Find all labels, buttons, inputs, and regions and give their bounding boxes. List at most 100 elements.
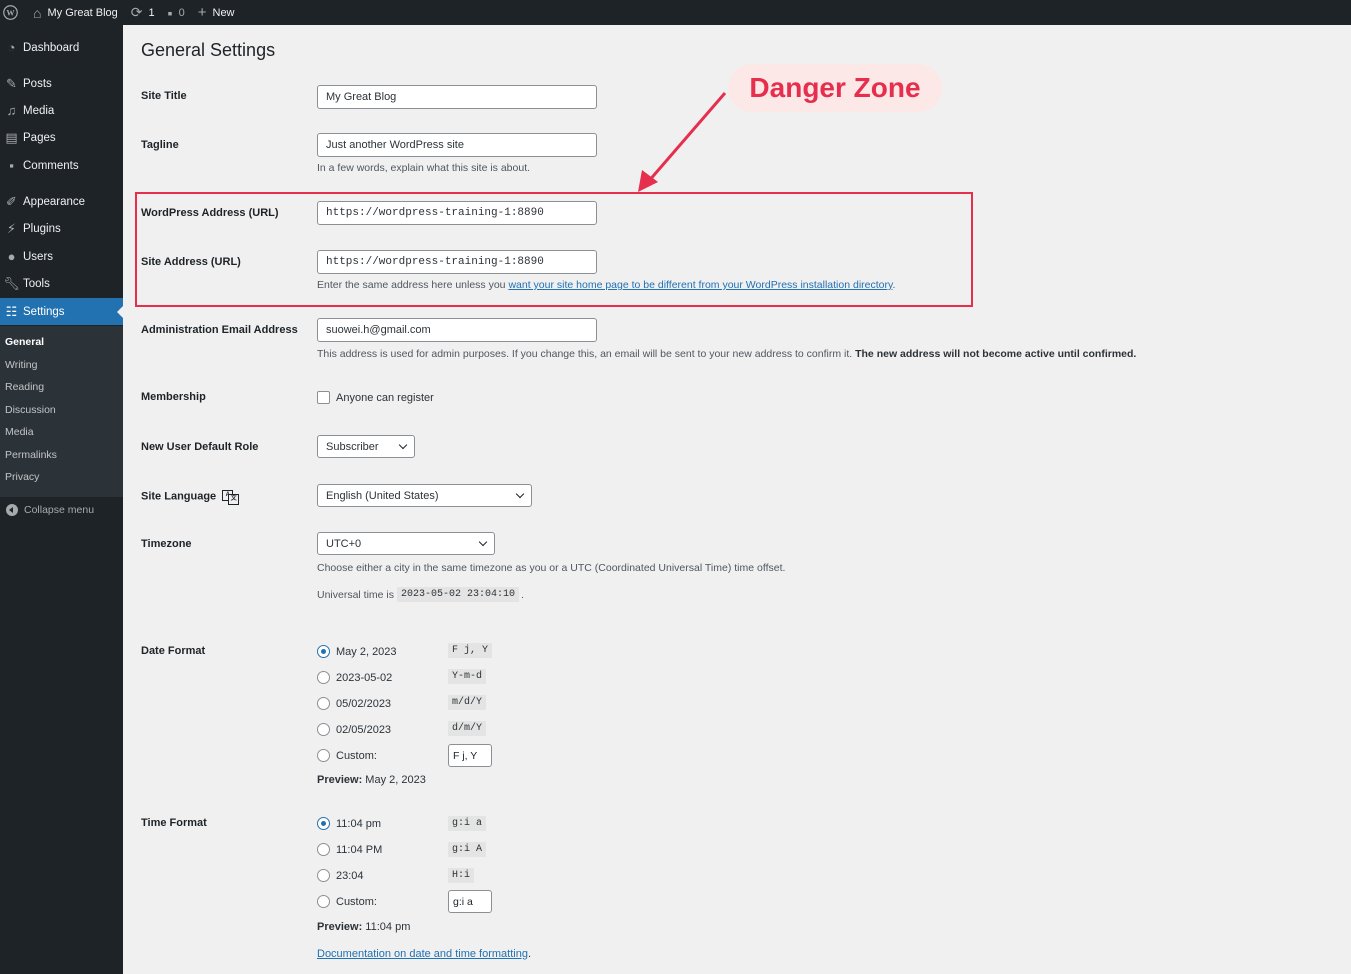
time-format-label: Time Format — [141, 817, 207, 829]
date-format-radio[interactable] — [317, 671, 330, 684]
sidebar-item-comments[interactable]: ▪ Comments — [0, 152, 123, 179]
collapse-menu-button[interactable]: Collapse menu — [0, 500, 94, 520]
comment-icon: ▪ — [9, 158, 14, 173]
time-preview-value: 11:04 pm — [362, 921, 411, 933]
timezone-label: Timezone — [141, 538, 192, 550]
dashboard-icon: ◔ — [7, 40, 16, 55]
date-format-option-label[interactable]: 02/05/2023 — [336, 724, 391, 736]
admin-sidebar: ◔ Dashboard ✎ Posts ♫ Media ▤ Pages ▪ Co… — [0, 25, 123, 974]
membership-label: Membership — [141, 391, 206, 403]
submenu-item-discussion[interactable]: Discussion — [5, 404, 56, 416]
site-language-label-row: Site Language A文 — [141, 490, 240, 505]
brush-icon: ✐ — [6, 193, 17, 209]
sidebar-item-settings[interactable]: ☷ Settings — [0, 298, 123, 325]
sidebar-item-label: Plugins — [23, 222, 61, 235]
new-content-link[interactable]: + New — [190, 0, 240, 25]
admin-email-label: Administration Email Address — [141, 324, 298, 336]
date-time-doc-link[interactable]: Documentation on date and time formattin… — [317, 948, 528, 960]
date-format-code: Y-m-d — [448, 669, 487, 684]
time-format-radio[interactable] — [317, 869, 330, 882]
translate-icon: A文 — [222, 490, 240, 505]
date-format-custom-input[interactable]: F j, Y — [448, 744, 492, 767]
submenu-item-writing[interactable]: Writing — [5, 359, 37, 371]
doc-link-suffix: . — [527, 948, 532, 960]
time-format-radio[interactable] — [317, 817, 330, 830]
submenu-item-privacy[interactable]: Privacy — [5, 471, 39, 483]
time-format-code: g:i A — [448, 842, 487, 857]
time-format-code: H:i — [448, 868, 475, 883]
site-name-label: My Great Blog — [47, 6, 118, 19]
date-format-radio[interactable] — [317, 697, 330, 710]
media-icon: ♫ — [6, 103, 17, 118]
date-format-custom-label[interactable]: Custom: — [336, 750, 377, 762]
sidebar-item-appearance[interactable]: ✐ Appearance — [0, 188, 123, 215]
tagline-input[interactable]: Just another WordPress site — [317, 133, 597, 157]
site-language-value: English (United States) — [326, 489, 439, 502]
page-title: General Settings — [141, 40, 276, 60]
admin-email-desc-text: This address is used for admin purposes.… — [317, 348, 856, 360]
admin-email-input[interactable]: suowei.h@gmail.com — [317, 318, 597, 342]
site-title-input[interactable]: My Great Blog — [317, 85, 597, 109]
time-format-option-label[interactable]: 11:04 PM — [336, 844, 382, 856]
default-role-value: Subscriber — [326, 440, 379, 453]
sidebar-item-users[interactable]: ● Users — [0, 243, 123, 270]
date-format-code: F j, Y — [448, 643, 493, 658]
time-format-option-label[interactable]: 23:04 — [336, 870, 364, 882]
date-format-option-label[interactable]: 05/02/2023 — [336, 698, 391, 710]
time-preview-label: Preview: — [317, 921, 363, 933]
date-format-option-label[interactable]: May 2, 2023 — [336, 646, 397, 658]
timezone-select[interactable]: UTC+0 — [317, 532, 495, 555]
date-format-preview: Preview: May 2, 2023 — [317, 774, 426, 786]
home-icon: ⌂ — [33, 4, 42, 21]
date-preview-value: May 2, 2023 — [362, 774, 426, 786]
timezone-value: UTC+0 — [326, 537, 362, 550]
sidebar-item-posts[interactable]: ✎ Posts — [0, 70, 123, 97]
site-title-label: Site Title — [141, 90, 187, 102]
date-format-label: Date Format — [141, 645, 206, 657]
submenu-item-media[interactable]: Media — [5, 426, 34, 438]
date-format-radio[interactable] — [317, 723, 330, 736]
default-role-select[interactable]: Subscriber — [317, 435, 415, 458]
wp-logo-icon[interactable]: W — [0, 0, 23, 25]
date-format-custom-radio[interactable] — [317, 749, 330, 762]
sidebar-item-label: Pages — [23, 131, 56, 144]
sidebar-item-label: Media — [23, 104, 55, 117]
time-format-custom-label[interactable]: Custom: — [336, 896, 377, 908]
site-language-select[interactable]: English (United States) — [317, 484, 532, 507]
updates-link[interactable]: ⟳ 1 — [123, 0, 160, 25]
danger-zone-highlight-box — [135, 192, 973, 307]
sidebar-item-label: Comments — [23, 159, 79, 172]
timezone-description: Choose either a city in the same timezon… — [317, 562, 786, 574]
danger-zone-label: Danger Zone — [728, 64, 942, 112]
sidebar-item-dashboard[interactable]: ◔ Dashboard — [0, 34, 123, 61]
comments-link[interactable]: ▪ 0 — [160, 0, 190, 25]
anyone-can-register-label[interactable]: Anyone can register — [336, 392, 434, 404]
time-format-option-label[interactable]: 11:04 pm — [336, 818, 381, 830]
universal-time-suffix: . — [521, 588, 524, 601]
sidebar-item-pages[interactable]: ▤ Pages — [0, 124, 123, 151]
chevron-down-icon — [515, 489, 525, 499]
submenu-item-general[interactable]: General — [5, 336, 44, 348]
sidebar-item-tools[interactable]: 🔧︎ Tools — [0, 270, 123, 297]
sidebar-item-media[interactable]: ♫ Media — [0, 97, 123, 124]
anyone-can-register-checkbox[interactable] — [317, 391, 330, 404]
submenu-item-reading[interactable]: Reading — [5, 381, 44, 393]
time-format-custom-radio[interactable] — [317, 895, 330, 908]
time-format-radio[interactable] — [317, 843, 330, 856]
sidebar-item-label: Dashboard — [23, 41, 80, 54]
date-format-option-label[interactable]: 2023-05-02 — [336, 672, 392, 684]
sidebar-item-label: Settings — [23, 305, 65, 318]
date-format-code: m/d/Y — [448, 695, 487, 710]
time-format-custom-input[interactable]: g:i a — [448, 890, 492, 913]
date-format-radio[interactable] — [317, 645, 330, 658]
chevron-down-icon — [398, 440, 408, 450]
submenu-item-permalinks[interactable]: Permalinks — [5, 449, 57, 461]
wrench-icon: 🔧︎ — [3, 275, 20, 291]
danger-zone-arrow-icon — [638, 92, 727, 192]
doc-link-row: Documentation on date and time formattin… — [317, 948, 531, 960]
comments-count: 0 — [178, 6, 185, 19]
sidebar-item-label: Appearance — [23, 195, 86, 208]
site-name-link[interactable]: ⌂ My Great Blog — [23, 0, 123, 25]
collapse-menu-label: Collapse menu — [24, 504, 95, 516]
sidebar-item-plugins[interactable]: ⚡ Plugins — [0, 215, 123, 242]
